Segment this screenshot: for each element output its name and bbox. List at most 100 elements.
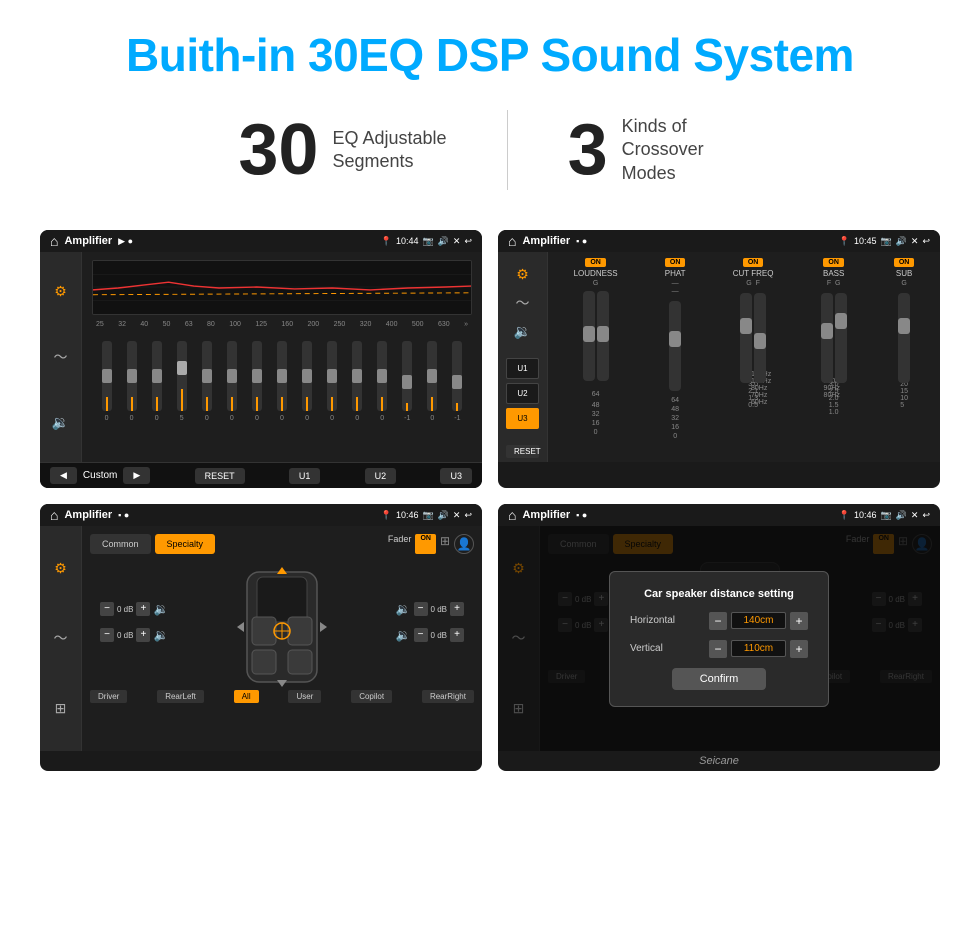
dlg-back-icon[interactable]: ↩ <box>922 510 930 521</box>
dlg-time: 10:46 <box>854 510 877 520</box>
eq-sidebar-eq-icon[interactable]: ⚙ <box>54 283 67 300</box>
stat-eq-number: 30 <box>238 114 318 186</box>
cx-cutfreq-on[interactable]: ON <box>743 258 764 267</box>
dialog-vertical-plus[interactable]: + <box>790 640 808 658</box>
eq-next-btn[interactable]: ▶ <box>123 467 150 484</box>
dialog-horizontal-plus[interactable]: + <box>790 612 808 630</box>
eq-u3-btn[interactable]: U3 <box>440 468 472 484</box>
sp-sidebar-eq-icon[interactable]: ⚙ <box>54 560 67 577</box>
sp-rearleft-btn[interactable]: RearLeft <box>157 690 204 703</box>
cx-reset-btn[interactable]: RESET <box>506 445 539 458</box>
sp-back-icon[interactable]: ↩ <box>464 510 472 521</box>
cx-phat-on[interactable]: ON <box>665 258 686 267</box>
sp-content: ⚙ 〜 ⊞ Common Specialty Fader ON ⊞ 👤 <box>40 526 482 751</box>
eq-slider-9: 0 <box>327 341 337 422</box>
sp-sidebar-bt-icon[interactable]: ⊞ <box>55 700 67 717</box>
dlg-home-icon[interactable]: ⌂ <box>508 507 516 523</box>
cx-cutfreq-name: CUT FREQ <box>733 269 774 278</box>
eq-back-icon[interactable]: ↩ <box>464 236 472 247</box>
eq-slider-6: 0 <box>252 341 262 422</box>
sp-tl-plus[interactable]: + <box>136 602 150 616</box>
dialog-vertical-minus[interactable]: − <box>709 640 727 658</box>
sp-br-speaker-icon: 🔉 <box>396 628 411 642</box>
sp-bl-value: 0 dB <box>117 631 133 640</box>
sp-home-icon[interactable]: ⌂ <box>50 507 58 523</box>
sp-tr-value: 0 dB <box>431 605 447 614</box>
cx-loudness-on[interactable]: ON <box>585 258 606 267</box>
dlg-app-name: Amplifier <box>522 509 570 521</box>
confirm-button[interactable]: Confirm <box>672 668 767 690</box>
sp-speaker-layout: − 0 dB + 🔉 − 0 dB + 🔉 <box>90 562 474 682</box>
eq-u2-btn[interactable]: U2 <box>365 468 397 484</box>
stat-crossover: 3 Kinds ofCrossover Modes <box>508 114 802 186</box>
cx-sub-name: SUB <box>896 269 912 278</box>
sp-driver-btn[interactable]: Driver <box>90 690 127 703</box>
sp-br-control: 🔉 − 0 dB + <box>396 628 464 642</box>
sp-sidebar-wave-icon[interactable]: 〜 <box>54 628 68 648</box>
sp-br-minus[interactable]: − <box>414 628 428 642</box>
dialog-title: Car speaker distance setting <box>630 588 808 600</box>
sp-right-controls: 🔉 − 0 dB + 🔉 − 0 dB + <box>396 602 464 642</box>
sp-bl-minus[interactable]: − <box>100 628 114 642</box>
home-icon[interactable]: ⌂ <box>50 233 58 249</box>
sp-specialty-tab[interactable]: Specialty <box>155 534 216 554</box>
eq-app-name: Amplifier <box>64 235 112 247</box>
eq-slider-4: 0 <box>202 341 212 422</box>
cx-sidebar-eq-icon[interactable]: ⚙ <box>516 266 529 283</box>
dlg-camera-icon: 📷 <box>880 510 891 521</box>
eq-sidebar-wave-icon[interactable]: 〜 <box>54 347 68 367</box>
cx-preset-u3[interactable]: U3 <box>506 408 539 429</box>
eq-preset-label: Custom <box>83 470 117 481</box>
sp-app-name: Amplifier <box>64 509 112 521</box>
sp-fader-toggle[interactable]: ON <box>415 534 436 554</box>
cx-sidebar-wave-icon[interactable]: 〜 <box>516 293 530 313</box>
dialog-box: Car speaker distance setting Horizontal … <box>609 571 829 707</box>
sp-rearright-btn[interactable]: RearRight <box>422 690 474 703</box>
cx-camera-icon: 📷 <box>880 236 891 247</box>
dialog-horizontal-minus[interactable]: − <box>709 612 727 630</box>
eq-prev-btn[interactable]: ◀ <box>50 467 77 484</box>
cx-sub-on[interactable]: ON <box>894 258 915 267</box>
cx-preset-u1[interactable]: U1 <box>506 358 539 379</box>
stats-row: 30 EQ AdjustableSegments 3 Kinds ofCross… <box>0 100 980 220</box>
dialog-horizontal-label: Horizontal <box>630 615 675 626</box>
eq-bottom-bar: ◀ Custom ▶ RESET U1 U2 U3 <box>40 462 482 488</box>
sp-sidebar: ⚙ 〜 ⊞ <box>40 526 82 751</box>
sp-fader-icon: ⊞ <box>440 534 450 554</box>
sp-tr-plus[interactable]: + <box>450 602 464 616</box>
eq-reset-btn[interactable]: RESET <box>195 468 245 484</box>
cx-bass-on[interactable]: ON <box>823 258 844 267</box>
dialog-vertical-control: − 110cm + <box>709 640 808 658</box>
sp-left-controls: − 0 dB + 🔉 − 0 dB + 🔉 <box>100 602 168 642</box>
specialty-screen: ⌂ Amplifier ▪ ● 📍 10:46 📷 🔊 ✕ ↩ ⚙ 〜 ⊞ <box>40 504 482 771</box>
cx-volume-icon: 🔊 <box>896 236 907 247</box>
sp-status-bar: ⌂ Amplifier ▪ ● 📍 10:46 📷 🔊 ✕ ↩ <box>40 504 482 526</box>
sp-common-tab[interactable]: Common <box>90 534 151 554</box>
cx-sidebar-speaker-icon[interactable]: 🔉 <box>514 323 531 340</box>
stat-crossover-number: 3 <box>568 114 608 186</box>
eq-slider-14: -1 <box>452 341 462 422</box>
cx-home-icon[interactable]: ⌂ <box>508 233 516 249</box>
eq-u1-btn[interactable]: U1 <box>289 468 321 484</box>
page-header: Buith-in 30EQ DSP Sound System <box>0 0 980 100</box>
eq-freq-labels: 2532405063 80100125160200 25032040050063… <box>92 321 472 328</box>
eq-slider-11: 0 <box>377 341 387 422</box>
cx-back-icon[interactable]: ↩ <box>922 236 930 247</box>
eq-volume-icon: 🔊 <box>438 236 449 247</box>
cx-preset-u2[interactable]: U2 <box>506 383 539 404</box>
sp-bl-plus[interactable]: + <box>136 628 150 642</box>
cx-status-icons: ▪ ● <box>576 236 587 246</box>
sp-br-plus[interactable]: + <box>450 628 464 642</box>
eq-slider-12: -1 <box>402 341 412 422</box>
eq-sidebar-speaker-icon[interactable]: 🔉 <box>52 414 69 431</box>
cx-sidebar: ⚙ 〜 🔉 U1 U2 U3 RESET <box>498 252 548 462</box>
dlg-status-bar: ⌂ Amplifier ▪ ● 📍 10:46 📷 🔊 ✕ ↩ <box>498 504 940 526</box>
sp-tab-row: Common Specialty Fader ON ⊞ 👤 <box>90 534 474 554</box>
sp-tl-minus[interactable]: − <box>100 602 114 616</box>
sp-copilot-btn[interactable]: Copilot <box>351 690 392 703</box>
sp-tr-minus[interactable]: − <box>414 602 428 616</box>
dialog-overlay: Car speaker distance setting Horizontal … <box>498 526 940 751</box>
sp-location-icon: 📍 <box>381 510 392 521</box>
eq-slider-2: 0 <box>152 341 162 422</box>
sp-bl-control: − 0 dB + 🔉 <box>100 628 168 642</box>
